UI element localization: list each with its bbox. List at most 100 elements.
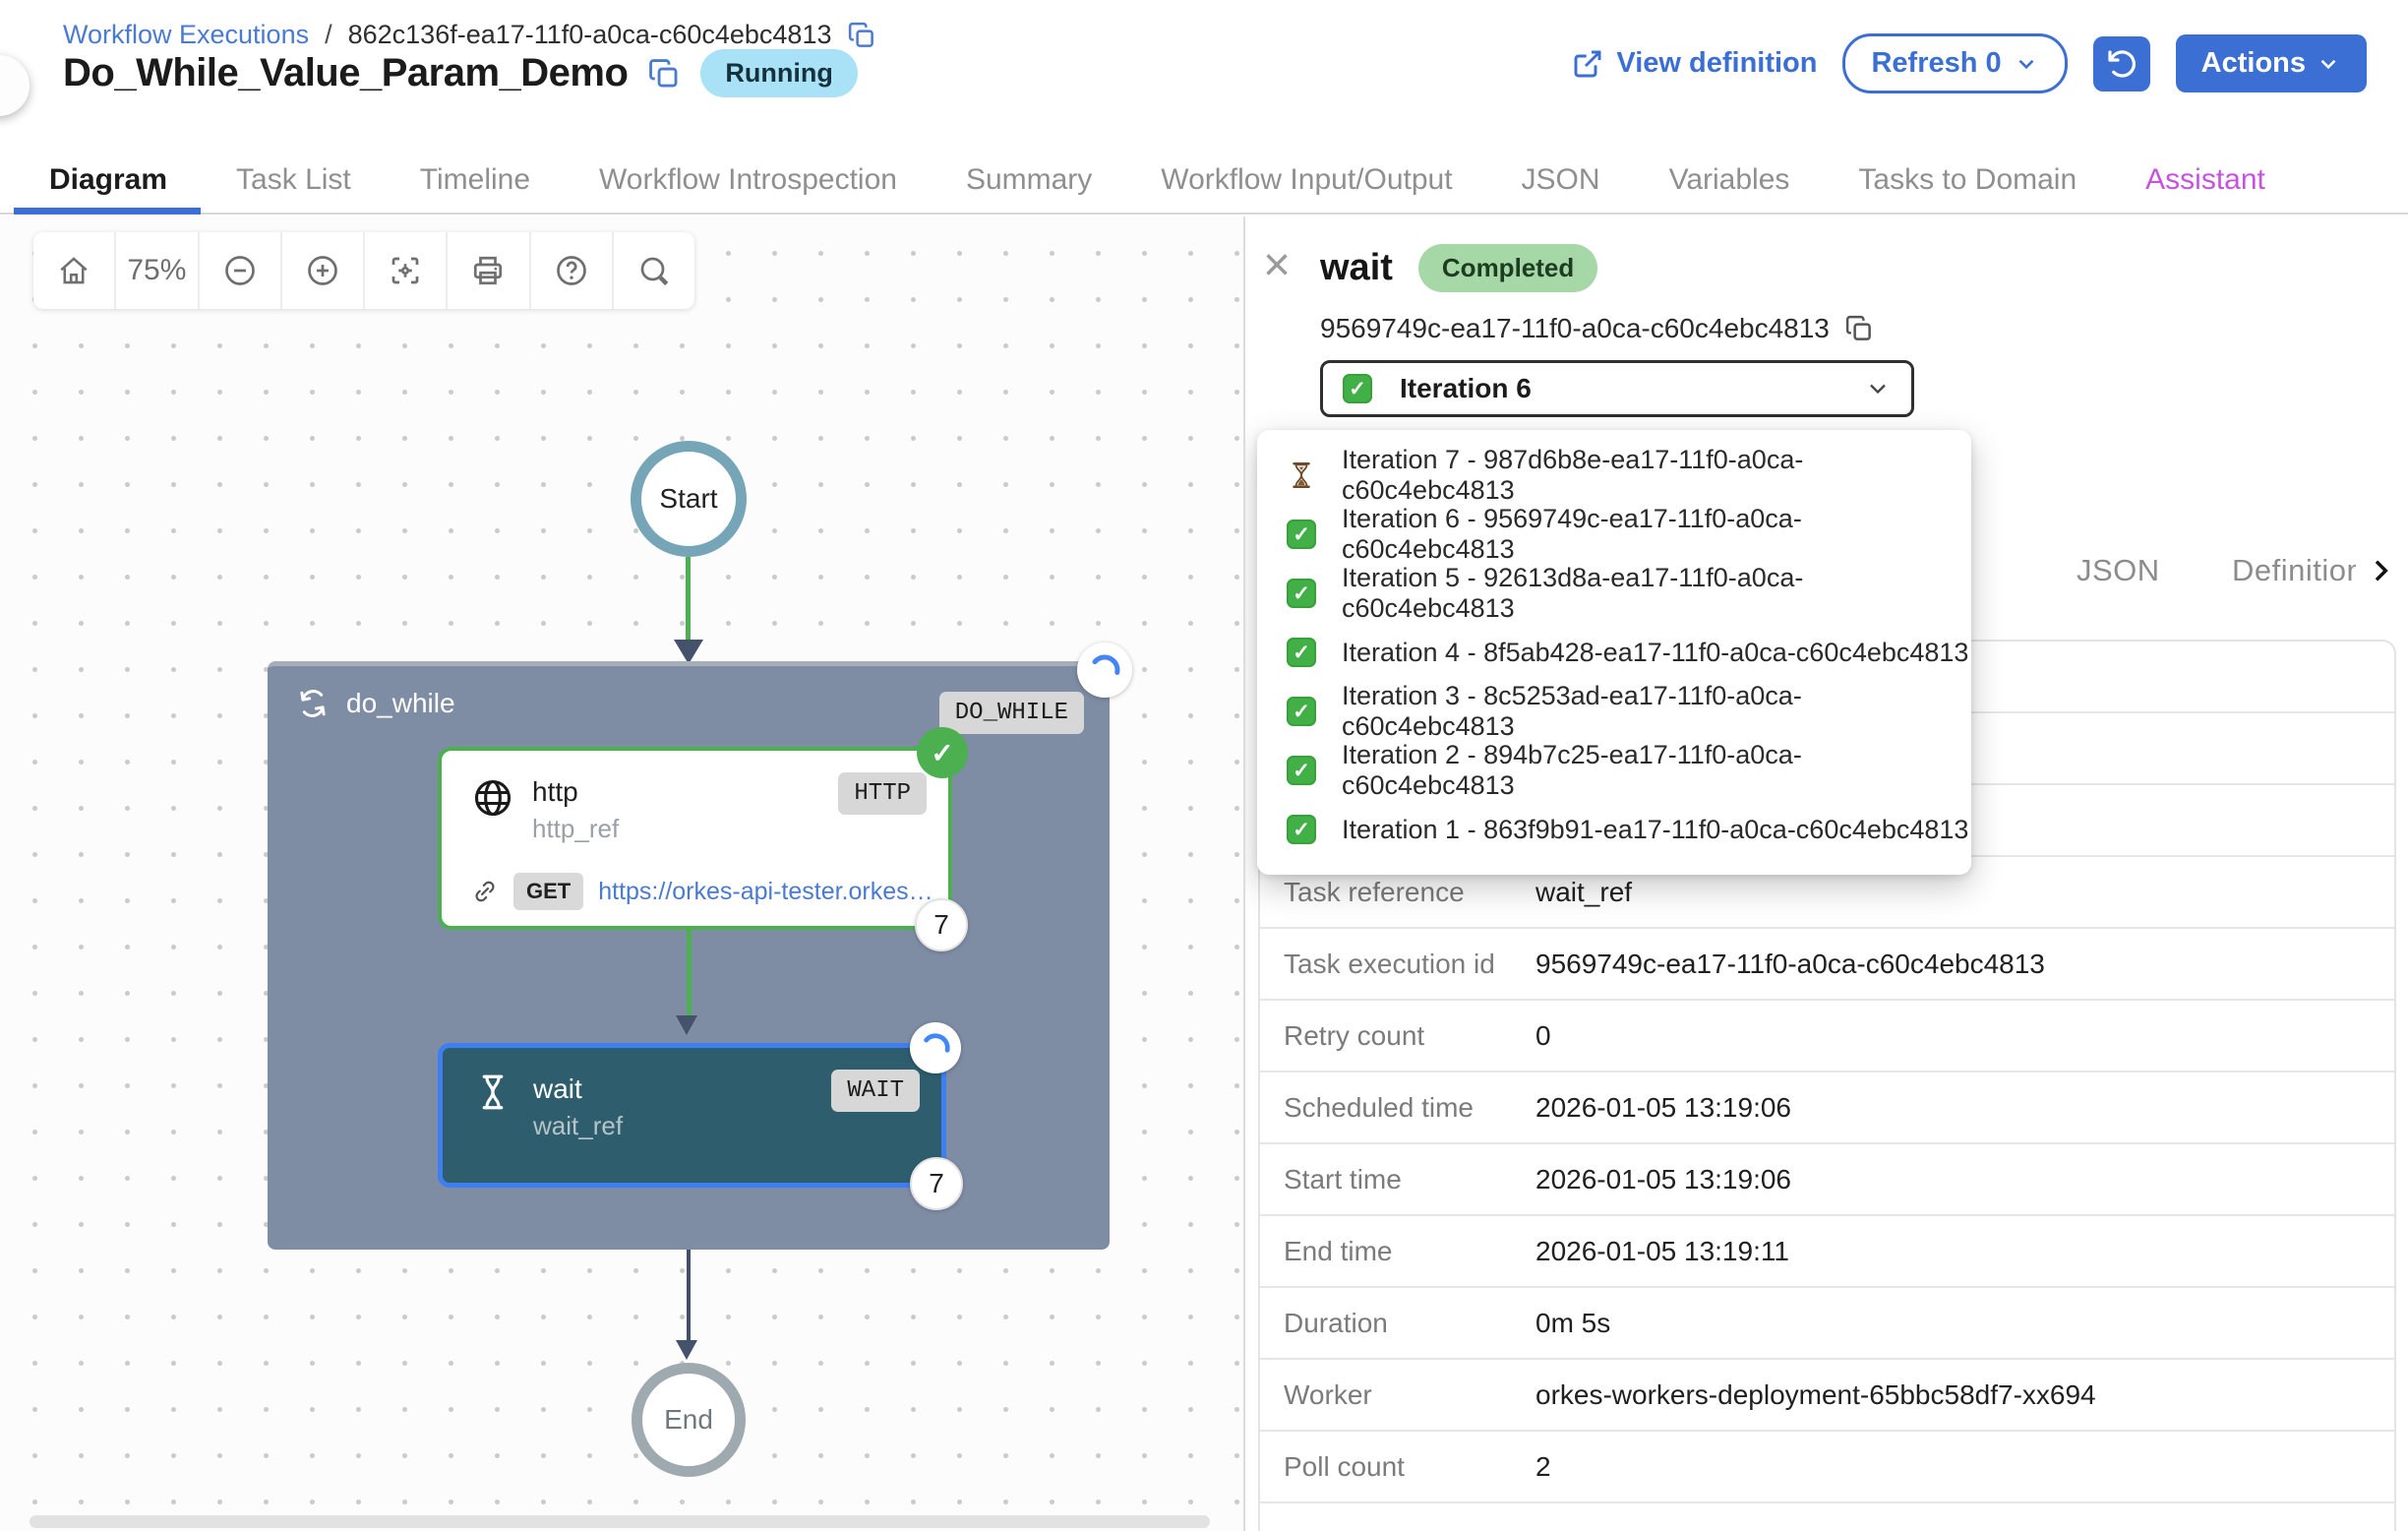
iteration-option-label: Iteration 4 - 8f5ab428-ea17-11f0-a0ca-c6… xyxy=(1342,638,1968,668)
wait-iteration-count-badge[interactable]: 7 xyxy=(910,1157,963,1210)
iteration-option-label: Iteration 2 - 894b7c25-ea17-11f0-a0ca-c6… xyxy=(1342,740,1971,801)
wait-task-name: wait xyxy=(533,1073,582,1105)
end-node[interactable]: End xyxy=(632,1363,746,1477)
printer-icon xyxy=(470,253,506,288)
close-icon[interactable]: × xyxy=(1263,242,1291,289)
fit-to-screen-icon xyxy=(388,253,423,288)
task-completed-check-icon: ✓ xyxy=(917,727,968,778)
refresh-button[interactable]: Refresh 0 xyxy=(1842,33,2067,93)
link-icon xyxy=(471,878,499,905)
detail-label: Worker xyxy=(1260,1379,1535,1411)
workflow-diagram-canvas[interactable]: 75% xyxy=(0,216,1245,1531)
start-node[interactable]: Start xyxy=(631,441,747,557)
iteration-option-2[interactable]: ✓ Iteration 2 - 894b7c25-ea17-11f0-a0ca-… xyxy=(1257,741,1971,800)
tab-diagram[interactable]: Diagram xyxy=(49,163,167,197)
detail-label: Start time xyxy=(1260,1164,1535,1195)
table-row: Worker orkes-workers-deployment-65bbc58d… xyxy=(1260,1360,2394,1432)
connector-http-to-wait xyxy=(687,930,692,1019)
subtab-definition[interactable]: Definition xyxy=(2232,553,2356,588)
iteration-option-7[interactable]: Iteration 7 - 987d6b8e-ea17-11f0-a0ca-c6… xyxy=(1257,446,1971,505)
iteration-option-6[interactable]: ✓ Iteration 6 - 9569749c-ea17-11f0-a0ca-… xyxy=(1257,505,1971,564)
breadcrumb-separator: / xyxy=(325,20,332,50)
globe-icon xyxy=(471,776,514,820)
subtab-json[interactable]: JSON xyxy=(2077,553,2160,588)
reload-button[interactable] xyxy=(2093,36,2150,92)
check-emoji-icon: ✓ xyxy=(1287,815,1316,844)
iteration-option-5[interactable]: ✓ Iteration 5 - 92613d8a-ea17-11f0-a0ca-… xyxy=(1257,564,1971,623)
end-node-label: End xyxy=(664,1404,713,1436)
table-row: Duration 0m 5s xyxy=(1260,1288,2394,1360)
copy-icon[interactable] xyxy=(847,21,876,50)
page-title: Do_While_Value_Param_Demo xyxy=(63,51,628,95)
do-while-container-node[interactable]: do_while DO_WHILE http http_ref HTTP GET xyxy=(268,661,1110,1250)
wait-task-node[interactable]: wait wait_ref WAIT 7 xyxy=(438,1043,946,1188)
print-button[interactable] xyxy=(448,232,530,309)
tab-workflow-introspection[interactable]: Workflow Introspection xyxy=(599,163,897,197)
table-row: Scheduled time 2026-01-05 13:19:06 xyxy=(1260,1072,2394,1144)
detail-value: 2026-01-05 13:19:06 xyxy=(1535,1164,1791,1195)
detail-value: 9569749c-ea17-11f0-a0ca-c60c4ebc4813 xyxy=(1535,949,2045,980)
tab-workflow-input-output[interactable]: Workflow Input/Output xyxy=(1161,163,1452,197)
tab-json[interactable]: JSON xyxy=(1522,163,1600,197)
iteration-option-3[interactable]: ✓ Iteration 3 - 8c5253ad-ea17-11f0-a0ca-… xyxy=(1257,682,1971,741)
tab-variables[interactable]: Variables xyxy=(1669,163,1790,197)
copy-icon[interactable] xyxy=(1844,314,1874,343)
table-row: Start time 2026-01-05 13:19:06 xyxy=(1260,1144,2394,1216)
http-task-ref: http_ref xyxy=(532,814,619,844)
chevron-down-icon xyxy=(2316,51,2341,77)
chevron-right-icon[interactable] xyxy=(2365,555,2396,586)
iteration-option-1[interactable]: ✓ Iteration 1 - 863f9b91-ea17-11f0-a0ca-… xyxy=(1257,800,1971,859)
check-emoji-icon: ✓ xyxy=(1287,756,1316,785)
http-endpoint-row: GET https://orkes-api-tester.orkescondu.… xyxy=(471,873,937,910)
iteration-option-label: Iteration 1 - 863f9b91-ea17-11f0-a0ca-c6… xyxy=(1342,815,1968,845)
tab-timeline[interactable]: Timeline xyxy=(420,163,530,197)
task-name-heading: wait xyxy=(1320,247,1393,289)
iteration-select[interactable]: ✓ Iteration 6 xyxy=(1320,360,1914,417)
view-definition-button[interactable]: View definition xyxy=(1572,47,1817,80)
http-task-node[interactable]: http http_ref HTTP GET https://orkes-api… xyxy=(438,747,952,930)
tab-tasks-to-domain[interactable]: Tasks to Domain xyxy=(1858,163,2077,197)
loop-icon xyxy=(295,686,331,721)
diagram-horizontal-scrollbar[interactable] xyxy=(30,1515,1210,1528)
zoom-in-button[interactable] xyxy=(282,232,365,309)
tab-assistant[interactable]: Assistant xyxy=(2145,163,2265,197)
arrowhead xyxy=(676,1340,697,1360)
wait-task-ref: wait_ref xyxy=(533,1111,623,1141)
check-emoji-icon: ✓ xyxy=(1287,579,1316,608)
iteration-option-label: Iteration 5 - 92613d8a-ea17-11f0-a0ca-c6… xyxy=(1342,563,1971,624)
help-button[interactable] xyxy=(531,232,614,309)
active-tab-underline xyxy=(14,208,201,214)
check-emoji-icon: ✓ xyxy=(1287,520,1316,549)
http-url-link[interactable]: https://orkes-api-tester.orkescondu... xyxy=(598,878,937,906)
fit-to-screen-button[interactable] xyxy=(365,232,448,309)
task-detail-panel: × wait Completed 9569749c-ea17-11f0-a0ca… xyxy=(1245,216,2408,1531)
detail-value: 0m 5s xyxy=(1535,1308,1610,1339)
http-iteration-count-badge[interactable]: 7 xyxy=(915,898,968,951)
page-header: Workflow Executions / 862c136f-ea17-11f0… xyxy=(0,0,2408,148)
detail-label: Task execution id xyxy=(1260,949,1535,980)
edge-drawer-handle[interactable] xyxy=(0,55,30,116)
main-tabbar: Diagram Task List Timeline Workflow Intr… xyxy=(0,148,2408,214)
iteration-option-label: Iteration 7 - 987d6b8e-ea17-11f0-a0ca-c6… xyxy=(1342,445,1971,506)
rotate-ccw-icon xyxy=(2106,48,2137,80)
detail-label: Task reference xyxy=(1260,877,1535,908)
copy-icon[interactable] xyxy=(647,57,681,91)
home-button[interactable] xyxy=(33,232,116,309)
actions-button[interactable]: Actions xyxy=(2176,34,2367,92)
iteration-option-4[interactable]: ✓ Iteration 4 - 8f5ab428-ea17-11f0-a0ca-… xyxy=(1257,623,1971,682)
chevron-down-icon xyxy=(1864,375,1892,402)
actions-label: Actions xyxy=(2201,47,2306,80)
do-while-name: do_while xyxy=(346,688,455,719)
zoom-level-indicator[interactable]: 75% xyxy=(116,232,199,309)
detail-value: wait_ref xyxy=(1535,877,1632,908)
iteration-dropdown-menu: Iteration 7 - 987d6b8e-ea17-11f0-a0ca-c6… xyxy=(1257,430,1971,875)
breadcrumb-workflow-executions-link[interactable]: Workflow Executions xyxy=(63,20,309,50)
view-definition-label: View definition xyxy=(1616,47,1817,80)
detail-label: Poll count xyxy=(1260,1451,1535,1483)
table-row: End time 2026-01-05 13:19:11 xyxy=(1260,1216,2394,1288)
zoom-out-button[interactable] xyxy=(200,232,282,309)
iteration-option-label: Iteration 3 - 8c5253ad-ea17-11f0-a0ca-c6… xyxy=(1342,681,1971,742)
tab-task-list[interactable]: Task List xyxy=(236,163,351,197)
search-button[interactable] xyxy=(614,232,694,309)
tab-summary[interactable]: Summary xyxy=(966,163,1092,197)
